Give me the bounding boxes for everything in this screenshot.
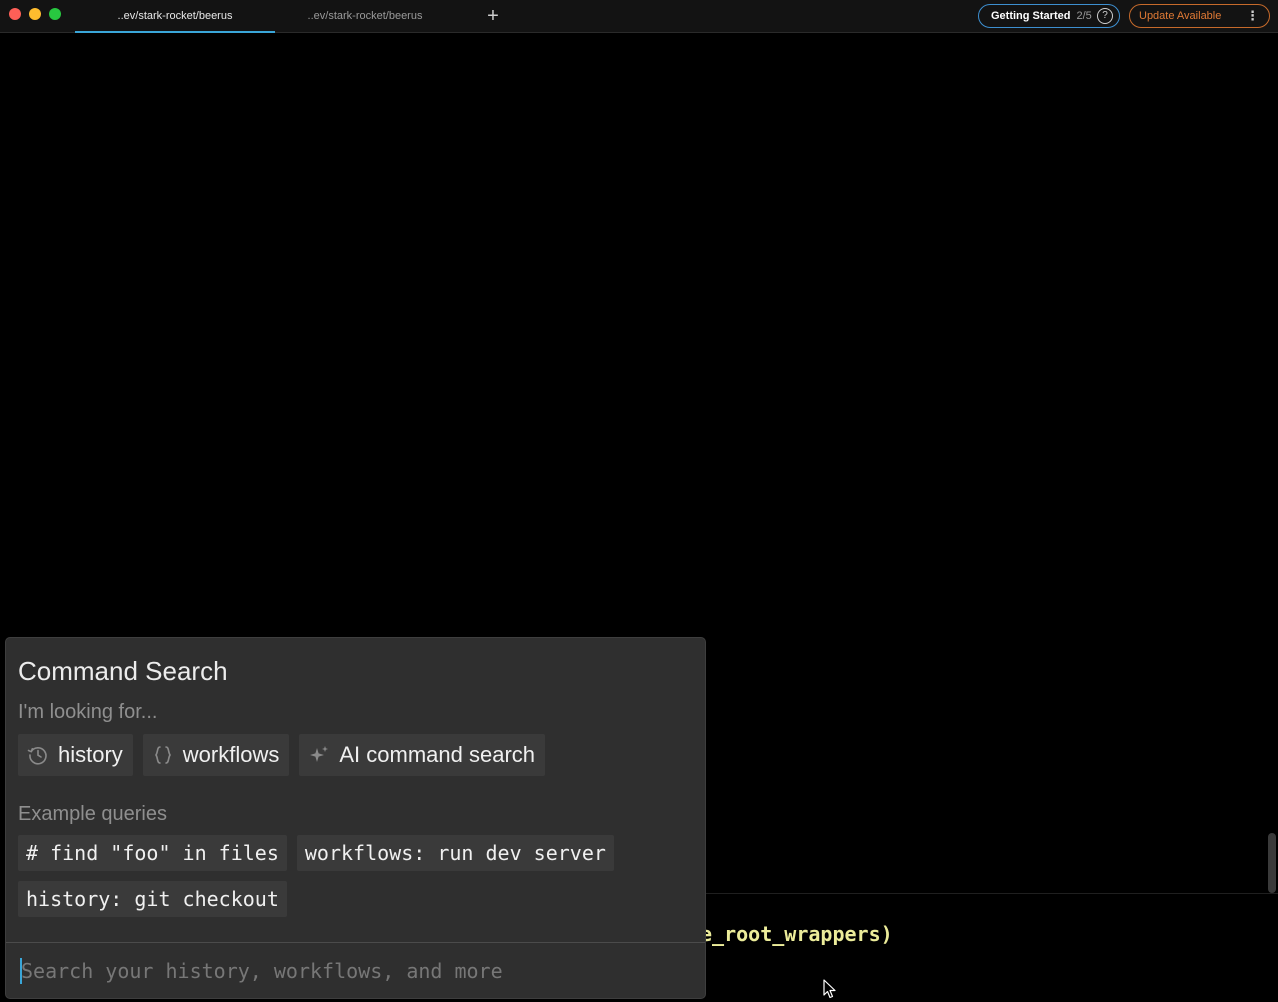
example-query-run-dev-server[interactable]: workflows: run dev server <box>296 835 614 871</box>
getting-started-progress: 2/5 <box>1076 10 1092 22</box>
getting-started-button[interactable]: Getting Started 2/5 ? <box>978 4 1120 28</box>
update-available-label: Update Available <box>1139 10 1222 22</box>
more-vertical-icon[interactable]: ⋮ <box>1246 5 1259 27</box>
sparkle-icon <box>310 746 329 762</box>
close-window-button[interactable] <box>9 8 21 20</box>
title-bar: ..ev/stark-rocket/beerus ..ev/stark-rock… <box>0 0 1278 33</box>
example-queries-row: # find "foo" in files workflows: run dev… <box>18 835 614 871</box>
filter-chip-row: history workflows AI command search <box>18 734 546 776</box>
tab-beerus[interactable]: ..ev/stark-rocket/beerus <box>275 0 455 33</box>
terminal-scrollbar[interactable] <box>1268 833 1276 893</box>
block-divider <box>706 893 1278 894</box>
tab-beerus-active[interactable]: ..ev/stark-rocket/beerus <box>75 0 275 33</box>
plus-icon: + <box>487 5 499 27</box>
command-search-input[interactable] <box>21 953 691 989</box>
panel-title: Command Search <box>18 656 228 686</box>
filter-workflows-label: workflows <box>182 742 280 767</box>
filter-ai-command-search-button[interactable]: AI command search <box>299 734 546 776</box>
looking-for-label: I'm looking for... <box>18 701 158 723</box>
minimize-window-button[interactable] <box>29 8 41 20</box>
maximize-window-button[interactable] <box>49 8 61 20</box>
filter-history-button[interactable]: history <box>18 734 133 776</box>
command-search-panel: Command Search I'm looking for... histor… <box>5 637 706 999</box>
example-query-git-checkout[interactable]: history: git checkout <box>18 881 287 917</box>
update-available-button[interactable]: Update Available ⋮ <box>1129 4 1270 28</box>
filter-history-label: history <box>58 742 123 767</box>
filter-workflows-button[interactable]: workflows <box>142 734 290 776</box>
filter-ai-command-search-label: AI command search <box>339 742 536 767</box>
search-input-area <box>6 943 705 998</box>
new-tab-button[interactable]: + <box>483 6 503 26</box>
example-queries-row: history: git checkout <box>18 881 287 917</box>
help-circle-icon: ? <box>1097 8 1113 24</box>
clock-history-icon <box>27 747 47 765</box>
mouse-pointer-icon <box>823 979 836 999</box>
getting-started-label: Getting Started <box>991 10 1071 22</box>
example-query-find-foo[interactable]: # find "foo" in files <box>18 835 287 871</box>
example-queries-label: Example queries <box>18 803 167 825</box>
terminal-window: ..ev/stark-rocket/beerus ..ev/stark-rock… <box>0 0 1278 1002</box>
braces-icon <box>154 746 171 764</box>
terminal-output-text: e_root_wrappers) <box>700 922 893 946</box>
